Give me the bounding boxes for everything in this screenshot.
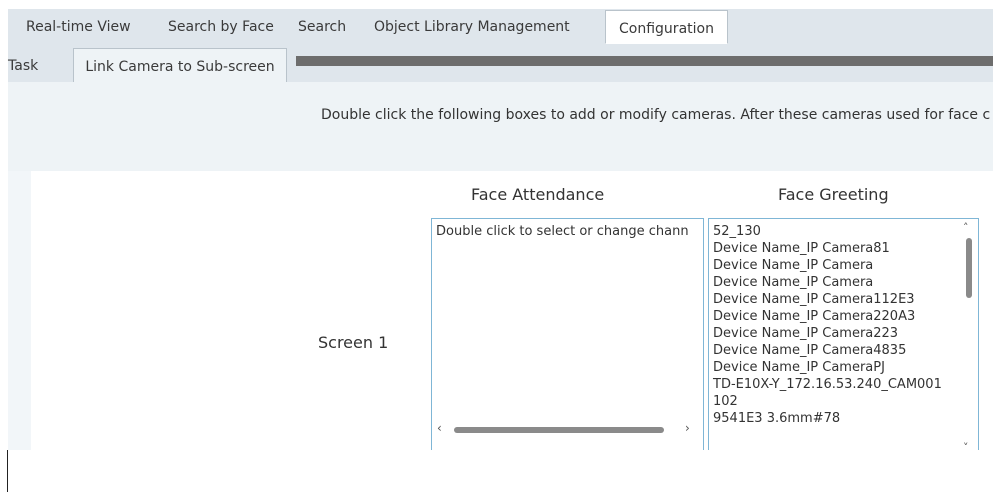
chevron-right-icon[interactable]: › (685, 421, 690, 435)
vertical-scrollbar[interactable]: ˄ ˅ (958, 219, 978, 450)
face-greeting-camera-box[interactable]: 52_130 Device Name_IP Camera81 Device Na… (708, 218, 979, 450)
main-tab-bar: Real-time View Search by Face Search Obj… (8, 9, 993, 45)
list-item[interactable]: Device Name_IP Camera112E3 (713, 291, 953, 308)
horizontal-scrollbar[interactable]: ‹ › (432, 420, 703, 438)
redaction-bar (296, 56, 993, 66)
list-item[interactable]: Device Name_IP Camera (713, 274, 953, 291)
list-item[interactable]: Device Name_IP Camera (713, 257, 953, 274)
list-item[interactable]: 9541E3 3.6mm#78 (713, 410, 953, 427)
list-item[interactable]: Device Name_IP Camera81 (713, 240, 953, 257)
tab-task[interactable]: Task (8, 48, 38, 82)
horizontal-scroll-thumb[interactable] (454, 427, 664, 433)
list-item[interactable]: 102 (713, 393, 953, 410)
chevron-up-icon[interactable]: ˄ (963, 221, 969, 234)
face-greeting-header: Face Greeting (778, 185, 889, 204)
list-item[interactable]: TD-E10X-Y_172.16.53.240_CAM001 (713, 376, 953, 393)
list-item[interactable]: Device Name_IP Camera223 (713, 325, 953, 342)
chevron-left-icon[interactable]: ‹ (437, 421, 442, 435)
chevron-down-icon[interactable]: ˅ (963, 441, 969, 450)
tab-configuration[interactable]: Configuration (605, 10, 728, 44)
tab-link-camera-to-sub-screen[interactable]: Link Camera to Sub-screen (73, 48, 287, 82)
face-attendance-camera-box[interactable]: Double click to select or change chann ‹… (431, 218, 704, 450)
tab-real-time-view[interactable]: Real-time View (26, 9, 131, 44)
face-attendance-header: Face Attendance (471, 185, 605, 204)
tab-search-by-face[interactable]: Search by Face (168, 9, 274, 44)
tab-object-library-management[interactable]: Object Library Management (374, 9, 570, 44)
screen-label: Screen 1 (318, 333, 389, 352)
app-window: Real-time View Search by Face Search Obj… (7, 8, 993, 450)
config-grid: Face Attendance Face Greeting Screen 1 D… (31, 171, 993, 450)
instruction-text: Double click the following boxes to add … (321, 107, 991, 123)
config-area: Face Attendance Face Greeting Screen 1 D… (8, 171, 993, 450)
sub-tab-bar: Task Link Camera to Sub-screen (8, 44, 993, 82)
attendance-placeholder: Double click to select or change chann (436, 224, 689, 239)
list-item[interactable]: Device Name_IP CameraPJ (713, 359, 953, 376)
tab-search[interactable]: Search (298, 9, 346, 44)
greeting-camera-list: 52_130 Device Name_IP Camera81 Device Na… (713, 223, 953, 427)
list-item[interactable]: Device Name_IP Camera4835 (713, 342, 953, 359)
list-item[interactable]: Device Name_IP Camera220A3 (713, 308, 953, 325)
list-item[interactable]: 52_130 (713, 223, 953, 240)
instruction-panel: Double click the following boxes to add … (8, 82, 993, 171)
vertical-scroll-thumb[interactable] (966, 238, 972, 298)
